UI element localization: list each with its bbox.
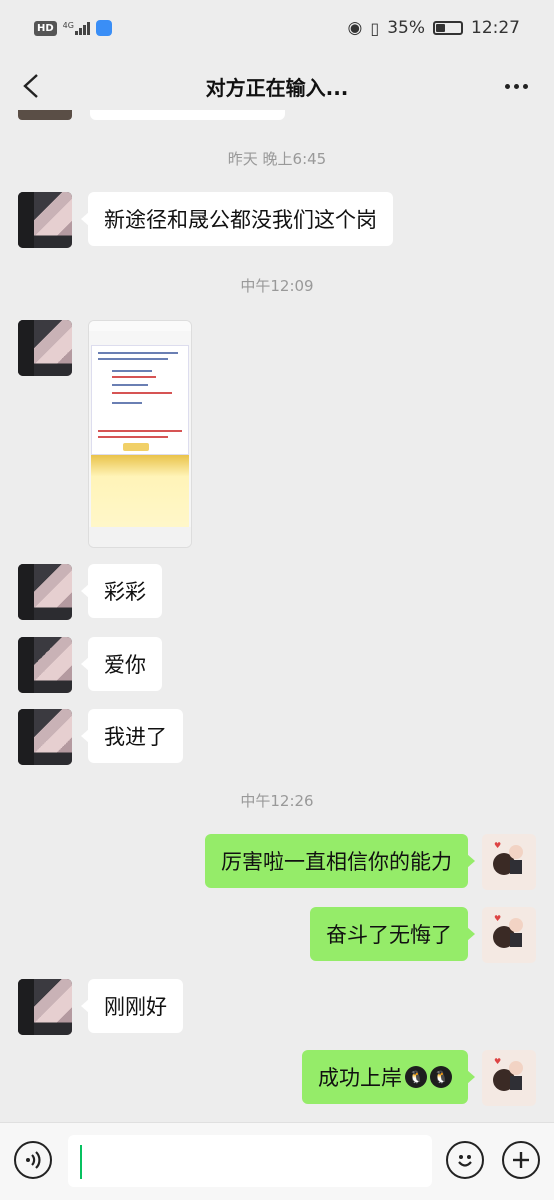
message-bubble-received[interactable]: 新途径和晟公都没我们这个岗 xyxy=(81,192,393,246)
input-bar xyxy=(0,1122,554,1200)
chat-header: 对方正在输入... xyxy=(0,62,554,110)
text-caret xyxy=(80,1145,82,1179)
my-avatar[interactable]: ♥ xyxy=(482,834,536,890)
avatar-illustration-icon: ♥ xyxy=(493,914,523,948)
message-text: 成功上岸 xyxy=(318,1066,402,1090)
message-bubble-received[interactable]: 我进了 xyxy=(81,709,183,763)
message-bubble-received[interactable]: 爱你 xyxy=(81,637,162,691)
status-time: 12:27 xyxy=(471,18,520,38)
contact-avatar[interactable] xyxy=(18,192,72,248)
message-bubble-received[interactable]: 刚刚好 xyxy=(81,979,183,1033)
battery-icon xyxy=(433,21,463,35)
message-input[interactable] xyxy=(68,1135,432,1187)
my-avatar[interactable]: ♥ xyxy=(482,1050,536,1106)
avatar-illustration-icon: ♥ xyxy=(493,841,523,875)
my-avatar[interactable]: ♥ xyxy=(482,907,536,963)
avatar-illustration-icon: ♥ xyxy=(493,1057,523,1091)
plus-icon xyxy=(513,1152,529,1168)
signal-icon: 4G xyxy=(62,20,90,35)
message-bubble-partial[interactable] xyxy=(90,110,285,120)
svg-text:♥: ♥ xyxy=(494,841,501,850)
message-bubble-sent[interactable]: 成功上岸 🐧 🐧 xyxy=(302,1050,475,1104)
timestamp: 中午12:09 xyxy=(240,277,314,295)
contact-avatar[interactable] xyxy=(18,564,72,620)
chat-title: 对方正在输入... xyxy=(205,76,349,100)
svg-text:♥: ♥ xyxy=(494,914,501,923)
status-left: HD 4G xyxy=(34,20,112,36)
timestamp: 昨天 晚上6:45 xyxy=(227,150,327,168)
eye-icon: ◉ xyxy=(347,18,363,38)
message-bubble-sent[interactable]: 厉害啦一直相信你的能力 xyxy=(205,834,475,888)
message-bubble-received[interactable]: 彩彩 xyxy=(81,564,162,618)
more-button[interactable] xyxy=(500,74,532,98)
timestamp: 中午12:26 xyxy=(240,792,314,810)
contact-avatar[interactable] xyxy=(18,637,72,693)
contact-avatar[interactable] xyxy=(18,979,72,1035)
image-message[interactable] xyxy=(88,320,192,548)
image-thumbnail xyxy=(91,345,189,455)
avatar[interactable] xyxy=(18,110,72,120)
app-notification-icon xyxy=(95,20,112,36)
svg-text:♥: ♥ xyxy=(494,1057,501,1066)
voice-icon xyxy=(26,1151,41,1169)
contact-avatar[interactable] xyxy=(18,709,72,765)
message-list[interactable]: 昨天 晚上6:45 新途径和晟公都没我们这个岗 中午12:09 彩彩 爱你 我进… xyxy=(0,110,554,1122)
vibrate-icon: ▯ xyxy=(370,18,380,38)
battery-percent: 35% xyxy=(387,18,425,38)
message-bubble-sent[interactable]: 奋斗了无悔了 xyxy=(310,907,475,961)
more-icon xyxy=(504,83,528,89)
emoji-button[interactable] xyxy=(446,1141,484,1179)
voice-button[interactable] xyxy=(14,1141,52,1179)
status-right: ◉ ▯ 35% 12:27 xyxy=(348,18,520,38)
hd-badge: HD xyxy=(34,20,57,36)
penguin-emoji-icon: 🐧 xyxy=(430,1066,452,1088)
status-bar: HD 4G ◉ ▯ 35% 12:27 xyxy=(0,0,554,62)
penguin-emoji-icon: 🐧 xyxy=(405,1066,427,1088)
contact-avatar[interactable] xyxy=(18,320,72,376)
network-label: 4G xyxy=(62,20,74,30)
emoji-icon xyxy=(458,1155,472,1167)
plus-button[interactable] xyxy=(502,1141,540,1179)
